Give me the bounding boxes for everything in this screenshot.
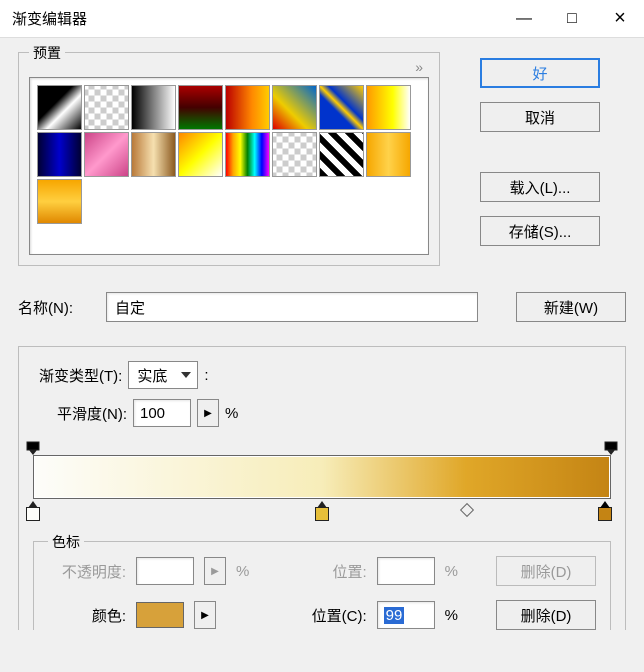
close-button[interactable]: ×: [596, 0, 644, 38]
preset-swatch[interactable]: [37, 179, 82, 224]
gradient-bar[interactable]: [33, 455, 611, 499]
new-button[interactable]: 新建(W): [516, 292, 626, 322]
smoothness-label: 平滑度(N):: [57, 403, 127, 424]
presets-menu-icon[interactable]: »: [415, 59, 423, 75]
gradient-editor: [33, 455, 611, 523]
preset-swatch[interactable]: [319, 85, 364, 130]
opacity-stop[interactable]: [26, 441, 40, 455]
ok-button[interactable]: 好: [480, 58, 600, 88]
window-title: 渐变编辑器: [12, 8, 500, 29]
gradient-type-label: 渐变类型(T):: [39, 365, 122, 386]
sidebar-buttons: 好 取消 载入(L)... 存储(S)...: [480, 52, 600, 246]
midpoint-handle[interactable]: [459, 503, 473, 517]
gradient-type-select[interactable]: 实底: [128, 361, 198, 389]
cancel-button[interactable]: 取消: [480, 102, 600, 132]
name-input[interactable]: [106, 292, 478, 322]
stops-fieldset: 色标 不透明度: ▶ % 位置: % 删除(D) 颜色: ▶ 位置(C): 99: [33, 541, 611, 630]
smoothness-input[interactable]: [133, 399, 191, 427]
color-stop[interactable]: [598, 501, 612, 521]
position-c-label: 位置(C):: [303, 605, 367, 626]
position-input: [377, 557, 435, 585]
gradient-settings: 渐变类型(T): 实底 : 平滑度(N): ▶ % 色标 不透明度: ▶ % 位…: [18, 346, 626, 630]
opacity-input: [136, 557, 194, 585]
name-label: 名称(N):: [18, 297, 98, 318]
load-button[interactable]: 载入(L)...: [480, 172, 600, 202]
name-row: 名称(N): 新建(W): [18, 292, 626, 322]
preset-swatch[interactable]: [319, 132, 364, 177]
preset-swatch[interactable]: [178, 85, 223, 130]
opacity-stepper: ▶: [204, 557, 226, 585]
presets-grid: [29, 77, 429, 255]
dialog-content: 预置 » 好 取消 载入(L)... 存储(S)... 名称(N): 新建(W)…: [0, 38, 644, 630]
position-label: 位置:: [303, 561, 367, 582]
preset-swatch[interactable]: [272, 85, 317, 130]
preset-swatch[interactable]: [225, 132, 270, 177]
preset-swatch[interactable]: [178, 132, 223, 177]
preset-swatch[interactable]: [366, 85, 411, 130]
smoothness-stepper[interactable]: ▶: [197, 399, 219, 427]
percent-sign: %: [225, 405, 238, 422]
preset-swatch[interactable]: [37, 85, 82, 130]
preset-swatch[interactable]: [84, 85, 129, 130]
preset-swatch[interactable]: [225, 85, 270, 130]
color-well[interactable]: [136, 602, 184, 628]
color-stop[interactable]: [26, 501, 40, 521]
presets-legend: 预置: [29, 43, 65, 63]
color-stop[interactable]: [315, 501, 329, 521]
delete-color-stop-button[interactable]: 删除(D): [496, 600, 596, 630]
percent-sign: %: [236, 563, 249, 580]
save-button[interactable]: 存储(S)...: [480, 216, 600, 246]
presets-fieldset: 预置 »: [18, 52, 440, 266]
maximize-button[interactable]: □: [548, 0, 596, 38]
preset-swatch[interactable]: [84, 132, 129, 177]
minimize-button[interactable]: —: [500, 0, 548, 38]
opacity-stop[interactable]: [604, 441, 618, 455]
percent-sign: %: [445, 563, 458, 580]
delete-opacity-stop-button: 删除(D): [496, 556, 596, 586]
percent-sign: %: [445, 607, 458, 624]
titlebar: 渐变编辑器 — □ ×: [0, 0, 644, 38]
stops-legend: 色标: [48, 532, 84, 552]
preset-swatch[interactable]: [366, 132, 411, 177]
preset-swatch[interactable]: [131, 85, 176, 130]
preset-swatch[interactable]: [37, 132, 82, 177]
preset-swatch[interactable]: [131, 132, 176, 177]
opacity-label: 不透明度:: [48, 561, 126, 582]
colon: :: [204, 367, 208, 384]
color-label: 颜色:: [48, 605, 126, 626]
position-c-input[interactable]: 99: [377, 601, 435, 629]
color-stepper[interactable]: ▶: [194, 601, 216, 629]
preset-swatch[interactable]: [272, 132, 317, 177]
